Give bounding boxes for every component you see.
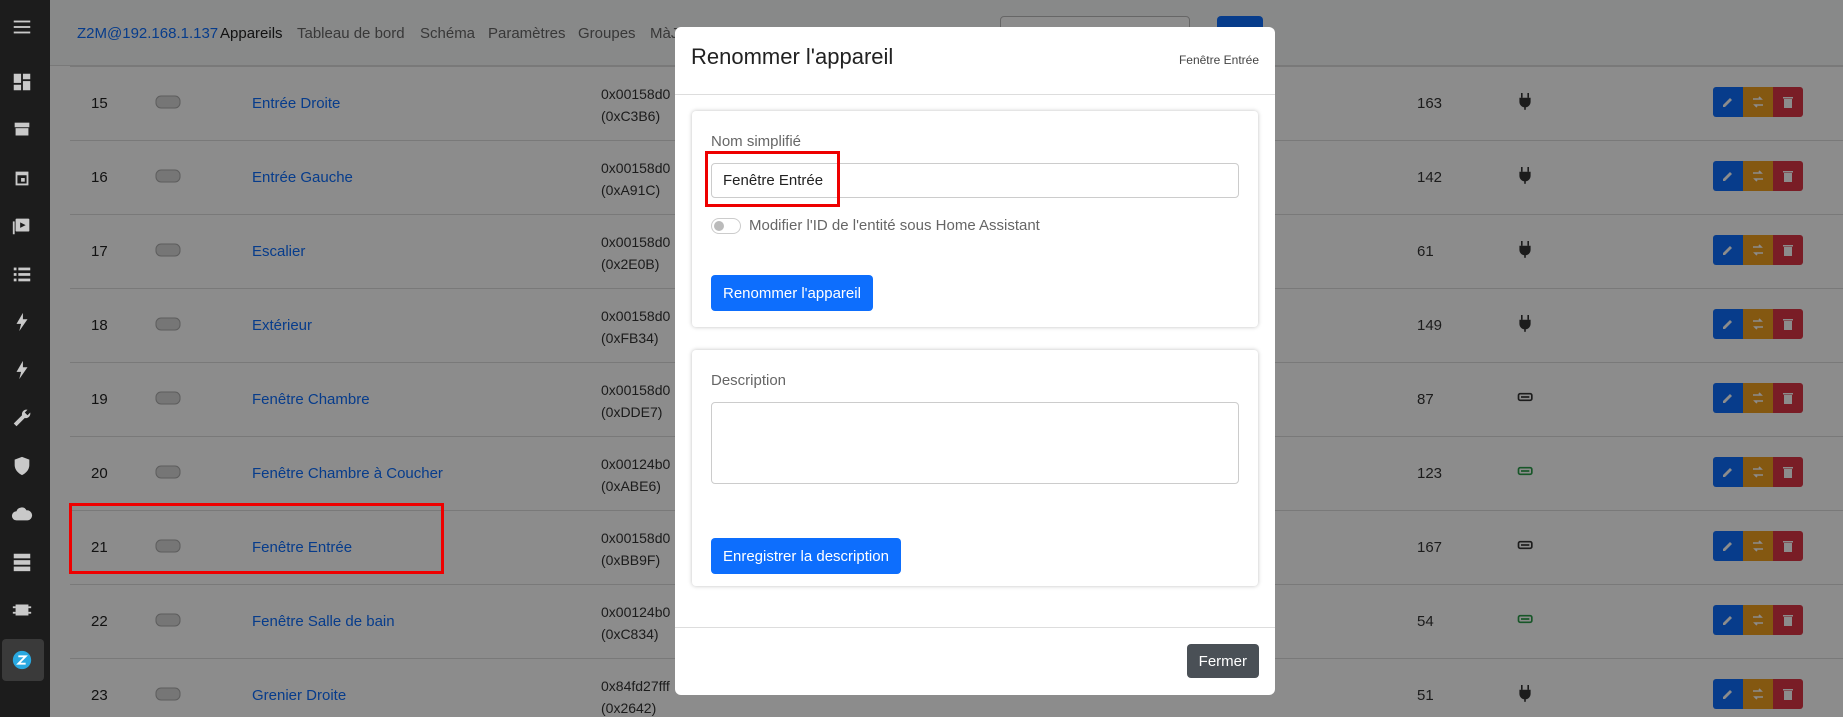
description-textarea[interactable] — [711, 402, 1239, 484]
media-icon[interactable] — [10, 214, 34, 238]
rename-button[interactable]: Renommer l'appareil — [711, 275, 873, 311]
rename-modal: Renommer l'appareil Fenêtre Entrée Nom s… — [675, 27, 1275, 695]
close-button[interactable]: Fermer — [1186, 644, 1259, 678]
description-label: Description — [711, 372, 787, 389]
lightning-icon[interactable] — [10, 358, 34, 382]
calendar-icon[interactable] — [10, 166, 34, 190]
modal-footer: Fermer — [675, 627, 1275, 695]
wrench-icon[interactable] — [10, 406, 34, 430]
energy-icon[interactable] — [10, 310, 34, 334]
list-icon[interactable] — [10, 262, 34, 286]
highlight-name-input — [705, 151, 840, 207]
modal-title: Renommer l'appareil — [691, 44, 894, 69]
menu-icon[interactable] — [10, 15, 34, 39]
cloud-icon[interactable] — [10, 502, 34, 526]
entity-id-toggle-label: Modifier l'ID de l'entité sous Home Assi… — [749, 217, 1040, 234]
rename-card: Nom simplifié Modifier l'ID de l'entité … — [692, 111, 1258, 327]
z2m-icon[interactable] — [10, 648, 34, 672]
modal-header: Renommer l'appareil Fenêtre Entrée — [675, 27, 1275, 95]
description-card: Description Enregistrer la description — [692, 350, 1258, 586]
save-description-button[interactable]: Enregistrer la description — [711, 538, 901, 574]
hacs-icon[interactable] — [10, 118, 34, 142]
modal-subtitle: Fenêtre Entrée — [1178, 53, 1259, 67]
highlight-row-21 — [69, 503, 444, 574]
sidebar — [0, 0, 50, 717]
shield-icon[interactable] — [10, 454, 34, 478]
chip-icon[interactable] — [10, 598, 34, 622]
entity-id-toggle[interactable] — [711, 218, 741, 234]
dashboard-icon[interactable] — [10, 70, 34, 94]
server-icon[interactable] — [10, 550, 34, 574]
name-label: Nom simplifié — [711, 133, 802, 150]
